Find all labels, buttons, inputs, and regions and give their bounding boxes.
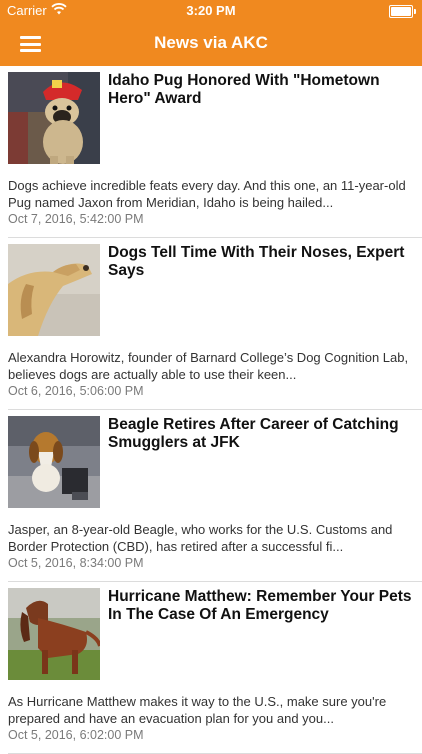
status-bar: Carrier 3:20 PM [0,0,422,22]
list-item[interactable]: Hurricane Matthew: Remember Your Pets In… [8,582,422,754]
article-summary: As Hurricane Matthew makes it way to the… [8,694,387,726]
navigation-bar: News via AKC [0,22,422,66]
battery-icon [389,5,416,18]
dog-sniffing-photo [8,244,100,336]
list-item[interactable]: Idaho Pug Honored With "Hometown Hero" A… [8,66,422,238]
pug-photo [8,72,100,164]
article-title[interactable]: Hurricane Matthew: Remember Your Pets In… [108,588,413,624]
article-title[interactable]: Idaho Pug Honored With "Hometown Hero" A… [108,72,413,108]
article-summary: Dogs achieve incredible feats every day.… [8,178,406,210]
setter-dog-photo [8,588,100,680]
article-title[interactable]: Dogs Tell Time With Their Noses, Expert … [108,244,413,280]
article-title[interactable]: Beagle Retires After Career of Catching … [108,416,413,452]
clock: 3:20 PM [186,3,236,18]
article-date: Oct 5, 2016, 6:02:00 PM [8,728,144,742]
beagle-photo [8,416,100,508]
page-title: News via AKC [154,33,268,52]
article-date: Oct 6, 2016, 5:06:00 PM [8,384,144,398]
article-summary: Alexandra Horowitz, founder of Barnard C… [8,350,409,382]
article-date: Oct 7, 2016, 5:42:00 PM [8,212,144,226]
article-summary: Jasper, an 8-year-old Beagle, who works … [8,522,393,554]
news-list: Idaho Pug Honored With "Hometown Hero" A… [0,66,422,754]
article-date: Oct 5, 2016, 8:34:00 PM [8,556,144,570]
list-item[interactable]: Beagle Retires After Career of Catching … [8,410,422,582]
list-item[interactable]: Dogs Tell Time With Their Noses, Expert … [8,238,422,410]
